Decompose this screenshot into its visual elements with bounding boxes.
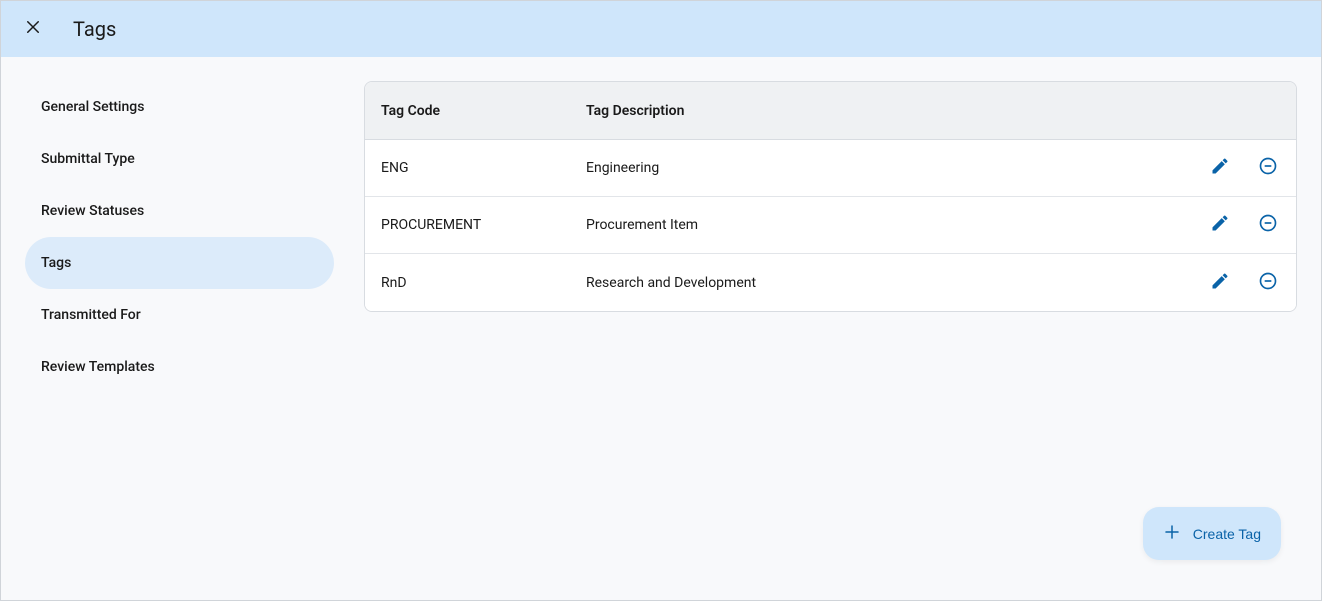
cell-description: Procurement Item xyxy=(586,217,1180,233)
table-row: ENG Engineering xyxy=(365,140,1296,197)
column-header-code: Tag Code xyxy=(381,103,586,119)
cell-code: PROCUREMENT xyxy=(381,217,586,233)
sidebar-item-label: Transmitted For xyxy=(41,307,141,323)
close-button[interactable] xyxy=(21,17,45,41)
column-header-description: Tag Description xyxy=(586,103,1180,119)
sidebar-item-label: Submittal Type xyxy=(41,151,135,167)
remove-button[interactable] xyxy=(1256,156,1280,180)
table-row: RnD Research and Development xyxy=(365,254,1296,311)
cell-code: ENG xyxy=(381,160,586,176)
cell-actions xyxy=(1180,156,1280,180)
sidebar-item-tags[interactable]: Tags xyxy=(25,237,334,289)
edit-button[interactable] xyxy=(1208,213,1232,237)
create-tag-button[interactable]: Create Tag xyxy=(1143,507,1281,560)
pencil-icon xyxy=(1210,271,1230,295)
cell-actions xyxy=(1180,271,1280,295)
header: Tags xyxy=(1,1,1321,57)
sidebar-item-label: Review Statuses xyxy=(41,203,144,219)
pencil-icon xyxy=(1210,213,1230,237)
cell-actions xyxy=(1180,213,1280,237)
minus-circle-icon xyxy=(1258,156,1278,180)
remove-button[interactable] xyxy=(1256,271,1280,295)
cell-description: Engineering xyxy=(586,160,1180,176)
minus-circle-icon xyxy=(1258,213,1278,237)
sidebar-item-general-settings[interactable]: General Settings xyxy=(25,81,334,133)
sidebar-item-review-statuses[interactable]: Review Statuses xyxy=(25,185,334,237)
cell-code: RnD xyxy=(381,275,586,291)
page-title: Tags xyxy=(73,17,116,41)
cell-description: Research and Development xyxy=(586,275,1180,291)
tags-table: Tag Code Tag Description ENG Engineering xyxy=(364,81,1297,312)
table-header: Tag Code Tag Description xyxy=(365,82,1296,140)
close-icon xyxy=(24,18,42,40)
table-row: PROCUREMENT Procurement Item xyxy=(365,197,1296,254)
sidebar-item-label: Review Templates xyxy=(41,359,155,375)
edit-button[interactable] xyxy=(1208,156,1232,180)
edit-button[interactable] xyxy=(1208,271,1232,295)
settings-window: Tags General Settings Submittal Type Rev… xyxy=(0,0,1322,601)
sidebar-item-label: Tags xyxy=(41,255,71,271)
sidebar-item-review-templates[interactable]: Review Templates xyxy=(25,341,334,393)
remove-button[interactable] xyxy=(1256,213,1280,237)
body: General Settings Submittal Type Review S… xyxy=(1,57,1321,600)
sidebar-item-label: General Settings xyxy=(41,99,144,115)
sidebar-item-submittal-type[interactable]: Submittal Type xyxy=(25,133,334,185)
create-tag-label: Create Tag xyxy=(1193,526,1261,542)
sidebar-item-transmitted-for[interactable]: Transmitted For xyxy=(25,289,334,341)
minus-circle-icon xyxy=(1258,271,1278,295)
sidebar: General Settings Submittal Type Review S… xyxy=(1,57,346,600)
pencil-icon xyxy=(1210,156,1230,180)
plus-icon xyxy=(1163,523,1181,544)
